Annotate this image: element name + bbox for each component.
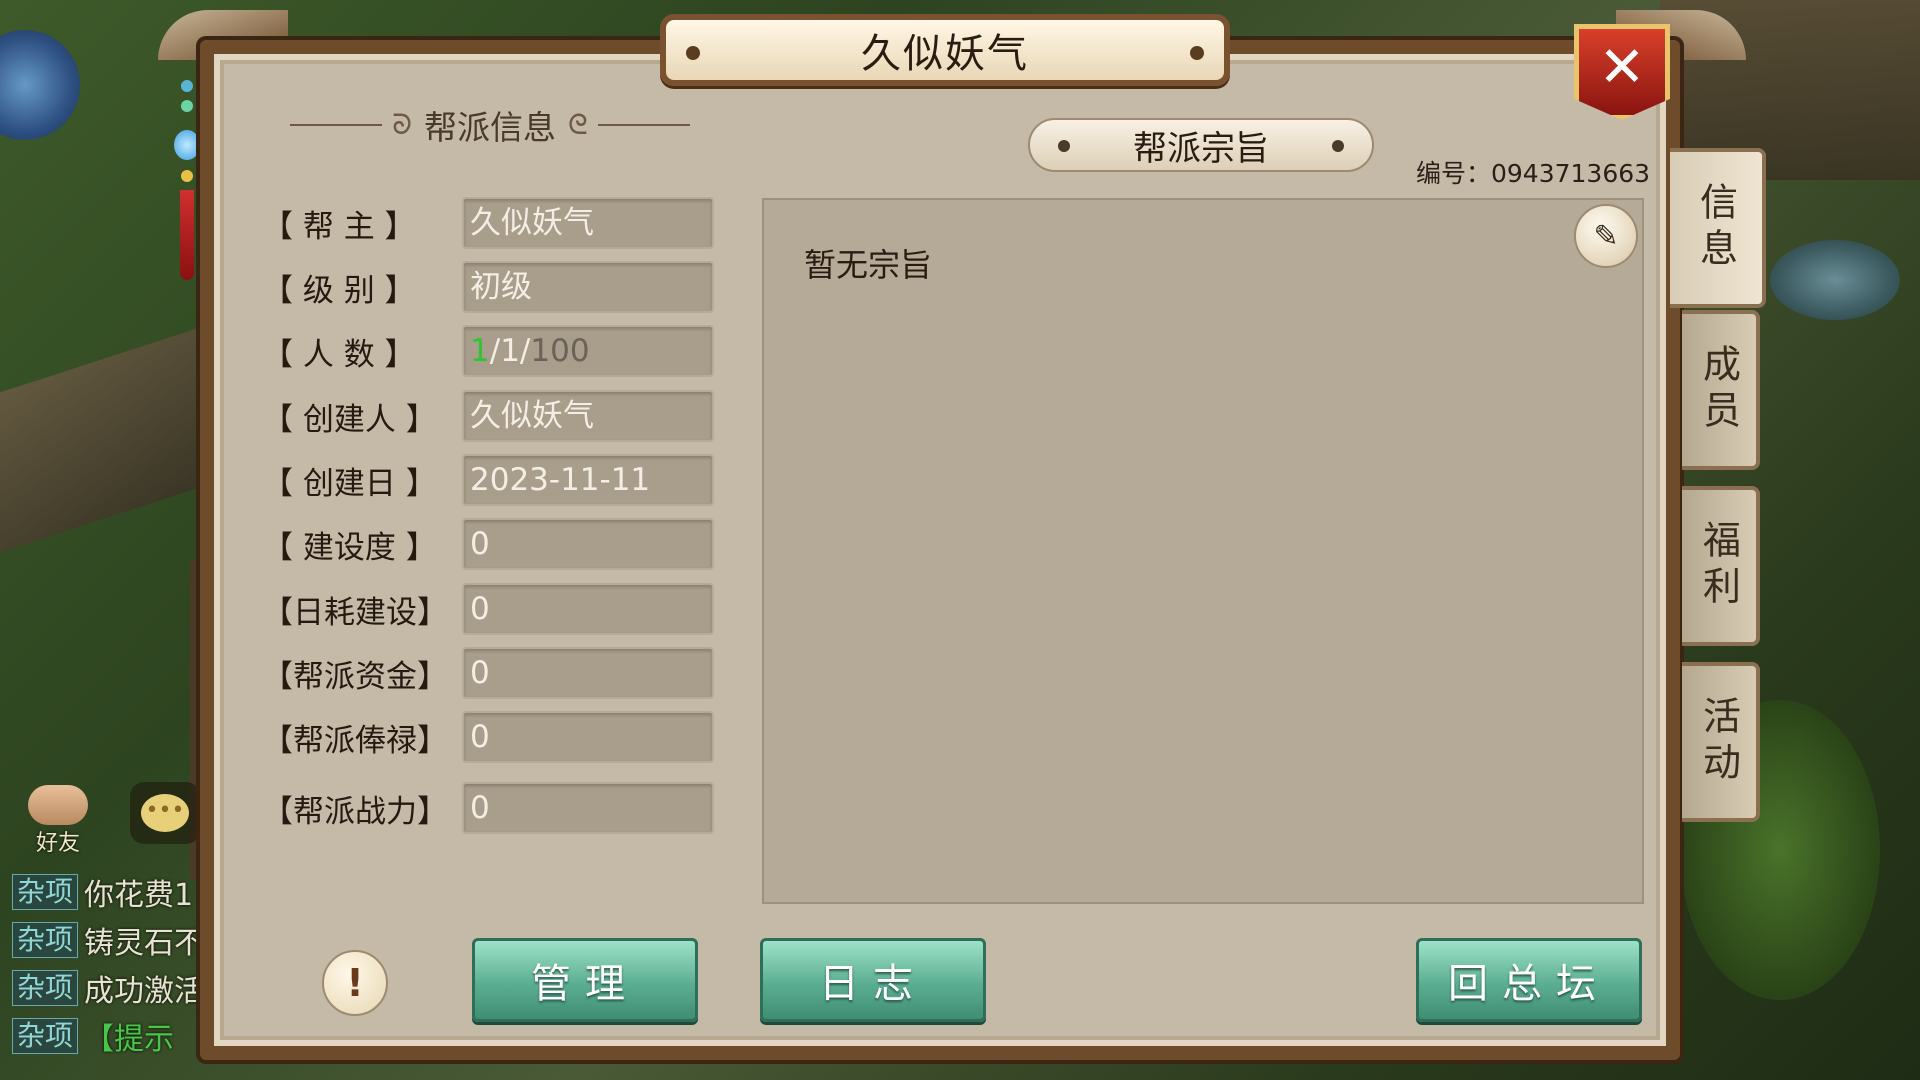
field-value: 1/1/100 xyxy=(462,325,714,377)
current-count: 1 xyxy=(500,333,520,369)
chat-tag: 杂项 xyxy=(12,1018,79,1054)
background-roof xyxy=(0,327,200,553)
chat-text: 铸灵石不 xyxy=(84,926,205,961)
close-icon: ✕ xyxy=(1598,34,1646,100)
separator: / xyxy=(489,333,501,369)
return-hq-button[interactable]: 回总坛 xyxy=(1416,938,1642,1022)
chat-log[interactable]: 杂项 你花费1 杂项 铸灵石不 杂项 成功激活 杂项 【提示 xyxy=(12,868,212,1060)
field-value: 2023-11-11 xyxy=(462,454,714,506)
tab-label: 信息 xyxy=(1693,182,1738,274)
section-header: ᘐ 帮派信息 ᘓ xyxy=(280,100,700,150)
field-value: 0 xyxy=(462,711,714,763)
handshake-icon xyxy=(28,785,88,825)
field-value: 初级 xyxy=(462,261,714,313)
field-construction: 【 建设度 】 0 xyxy=(262,518,714,570)
tab-members[interactable]: 成员 xyxy=(1682,310,1760,470)
return-label: 回总坛 xyxy=(1448,961,1610,1007)
chat-line: 杂项 铸灵石不 xyxy=(12,916,212,964)
chat-text: 你花费1 xyxy=(84,878,194,913)
tab-label: 成员 xyxy=(1696,344,1741,436)
chat-line: 杂项 【提示 xyxy=(12,1012,212,1060)
purpose-title: 帮派宗旨 xyxy=(1133,128,1269,169)
manage-label: 管理 xyxy=(531,961,639,1007)
chat-text: 成功激活 xyxy=(84,974,205,1009)
tab-label: 福利 xyxy=(1696,520,1741,612)
chat-button[interactable]: ••• xyxy=(130,782,200,844)
log-label: 日志 xyxy=(819,961,927,1007)
field-label: 【 级 别 】 xyxy=(262,272,416,309)
field-salary: 【帮派俸禄】 0 xyxy=(262,711,714,763)
field-member-count: 【 人 数 】 1/1/100 xyxy=(262,325,714,377)
chat-line: 杂项 你花费1 xyxy=(12,868,212,916)
friend-button[interactable]: 好友 xyxy=(12,775,104,857)
section-title: 帮派信息 xyxy=(424,108,556,147)
guild-serial: 编号：0943713663 xyxy=(1416,159,1651,188)
field-value: 0 xyxy=(462,647,714,699)
field-creator: 【 创建人 】 久似妖气 xyxy=(262,390,714,442)
field-value: 0 xyxy=(462,782,714,834)
edit-purpose-button[interactable]: ✎ xyxy=(1574,204,1638,268)
purpose-text: 暂无宗旨 xyxy=(804,246,933,284)
field-label: 【 创建人 】 xyxy=(262,401,437,438)
field-value: 久似妖气 xyxy=(462,390,714,442)
field-label: 【 帮 主 】 xyxy=(262,208,416,245)
background-well xyxy=(1770,240,1900,320)
exclamation-icon: ! xyxy=(346,961,364,1005)
chat-tag: 杂项 xyxy=(12,874,79,910)
hanging-charm xyxy=(172,80,202,280)
online-count: 1 xyxy=(470,333,490,369)
swirl-icon: ᘓ xyxy=(568,108,588,141)
swirl-icon: ᘐ xyxy=(392,108,412,141)
title-plate: 久似妖气 xyxy=(660,14,1230,86)
tab-label: 活动 xyxy=(1696,696,1741,788)
field-label: 【帮派俸禄】 xyxy=(262,722,448,759)
field-daily-cost: 【日耗建设】 0 xyxy=(262,583,714,635)
separator: / xyxy=(519,333,531,369)
field-created-date: 【 创建日 】 2023-11-11 xyxy=(262,454,714,506)
field-value: 0 xyxy=(462,518,714,570)
field-label: 【日耗建设】 xyxy=(262,594,448,631)
chat-tag: 杂项 xyxy=(12,922,79,958)
field-funds: 【帮派资金】 0 xyxy=(262,647,714,699)
chat-tag: 杂项 xyxy=(12,970,79,1006)
chat-text: 【提示 xyxy=(84,1022,175,1057)
purpose-header: 帮派宗旨 xyxy=(1028,118,1374,172)
window-title: 久似妖气 xyxy=(861,31,1029,77)
field-label: 【 创建日 】 xyxy=(262,465,437,502)
field-label: 【帮派资金】 xyxy=(262,658,448,695)
tab-activity[interactable]: 活动 xyxy=(1682,662,1760,822)
pencil-icon: ✎ xyxy=(1593,218,1619,254)
chat-line: 杂项 成功激活 xyxy=(12,964,212,1012)
field-label: 【 人 数 】 xyxy=(262,336,416,373)
max-count: 100 xyxy=(530,333,590,369)
field-level: 【 级 别 】 初级 xyxy=(262,261,714,313)
help-button[interactable]: ! xyxy=(322,950,388,1016)
field-leader: 【 帮 主 】 久似妖气 xyxy=(262,197,714,249)
field-value: 久似妖气 xyxy=(462,197,714,249)
chat-bubble-icon: ••• xyxy=(141,794,189,832)
friend-label: 好友 xyxy=(35,831,80,856)
purpose-box: 暂无宗旨 xyxy=(762,198,1644,904)
field-power: 【帮派战力】 0 xyxy=(262,782,714,834)
field-label: 【 建设度 】 xyxy=(262,529,437,566)
field-label: 【帮派战力】 xyxy=(262,793,448,830)
tab-info[interactable]: 信息 xyxy=(1670,148,1766,308)
manage-button[interactable]: 管理 xyxy=(472,938,698,1022)
log-button[interactable]: 日志 xyxy=(760,938,986,1022)
tab-welfare[interactable]: 福利 xyxy=(1682,486,1760,646)
background-orb xyxy=(0,30,80,140)
field-value: 0 xyxy=(462,583,714,635)
